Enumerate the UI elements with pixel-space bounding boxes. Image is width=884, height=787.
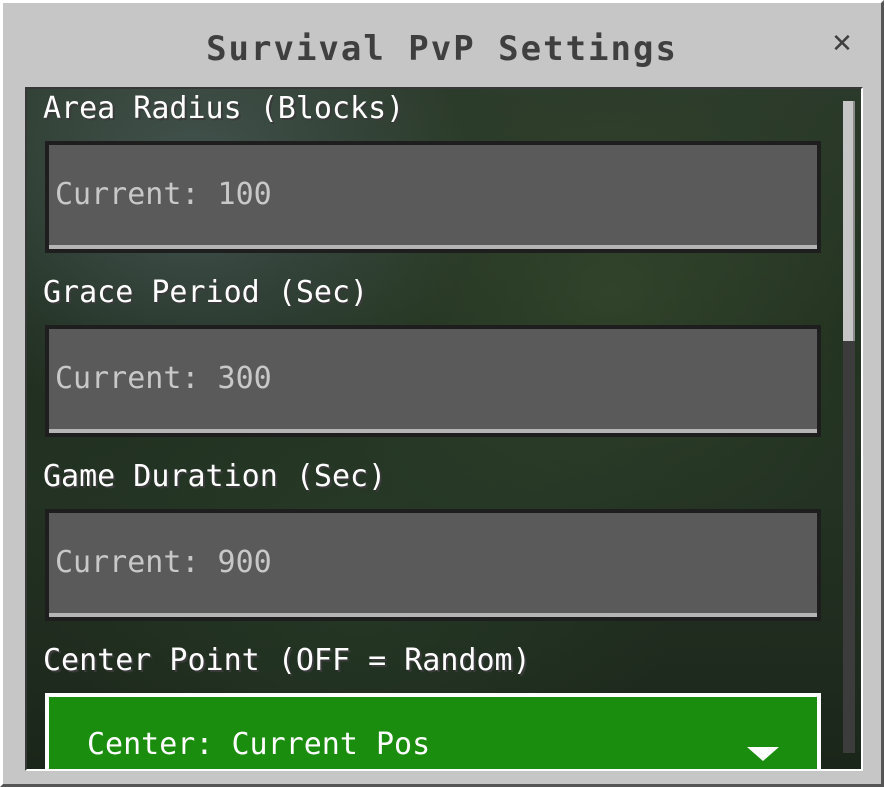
- game-duration-field-box: [45, 509, 821, 621]
- area-radius-label: Area Radius (Blocks): [43, 91, 405, 126]
- scrollbar-thumb[interactable]: [843, 101, 855, 341]
- area-radius-input[interactable]: [49, 145, 817, 249]
- dialog-titlebar: Survival PvP Settings ✕: [3, 3, 881, 87]
- close-icon: ✕: [831, 29, 853, 59]
- center-point-label: Center Point (OFF = Random): [43, 643, 531, 678]
- settings-dialog: Survival PvP Settings ✕ Area Radius (Blo…: [0, 0, 884, 787]
- grace-period-input[interactable]: [49, 329, 817, 433]
- center-point-dropdown[interactable]: Center: Current Pos: [45, 693, 821, 769]
- game-duration-label: Game Duration (Sec): [43, 459, 387, 494]
- chevron-down-icon: [747, 747, 779, 761]
- area-radius-field-box: [45, 141, 821, 253]
- center-point-selected: Center: Current Pos: [87, 727, 431, 762]
- grace-period-field-box: [45, 325, 821, 437]
- form-scroll-area[interactable]: Area Radius (Blocks) Grace Period (Sec) …: [25, 87, 863, 771]
- scrollbar-track[interactable]: [843, 101, 855, 753]
- grace-period-label: Grace Period (Sec): [43, 275, 369, 310]
- close-button[interactable]: ✕: [827, 29, 857, 59]
- game-duration-input[interactable]: [49, 513, 817, 617]
- dialog-title: Survival PvP Settings: [206, 29, 678, 69]
